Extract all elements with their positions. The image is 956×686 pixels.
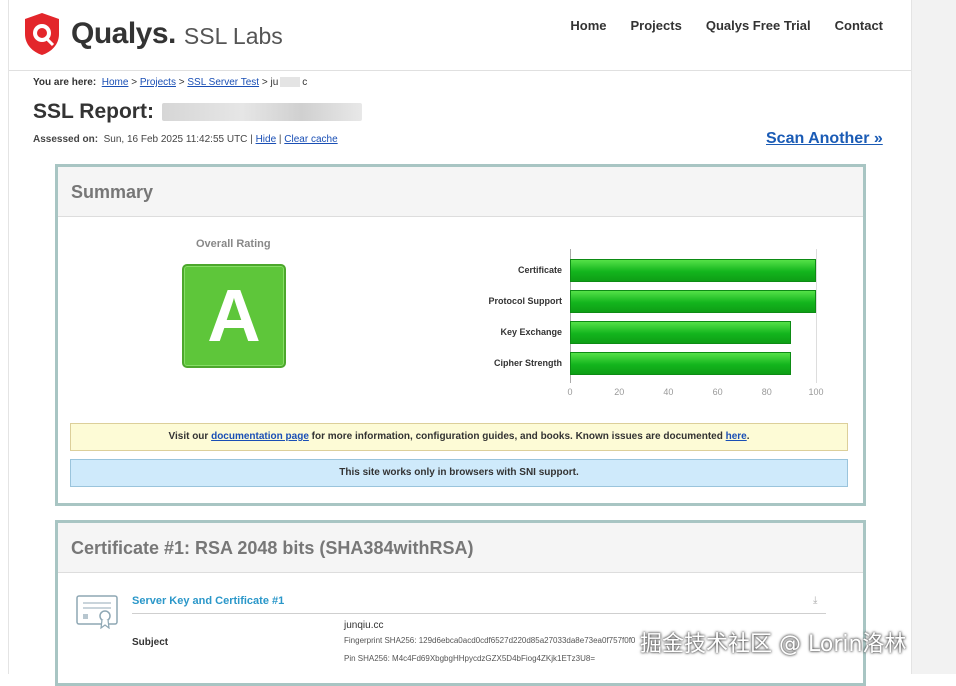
x-tick-label: 40 <box>663 387 674 397</box>
x-tick-label: 60 <box>712 387 723 397</box>
notice-text-mid: for more information, configuration guid… <box>311 431 723 442</box>
notice-text-end: . <box>746 431 750 442</box>
assessed-value: Sun, 16 Feb 2025 11:42:55 UTC <box>103 134 248 145</box>
logo-brand-text: Qualys. <box>71 17 176 50</box>
fingerprint-sha256: Fingerprint SHA256: 129d6ebca0acd0cdf652… <box>344 636 636 645</box>
chart-max-line <box>816 249 817 383</box>
summary-panel: Summary Overall Rating A Certificate Prot… <box>55 164 866 506</box>
logo-product-text: SSL Labs <box>183 22 283 49</box>
breadcrumb-home[interactable]: Home <box>102 77 129 88</box>
known-issues-link[interactable]: here <box>726 431 747 442</box>
grade-badge: A <box>182 264 286 368</box>
breadcrumb-separator: > <box>178 77 185 88</box>
redacted-hostname <box>161 103 362 121</box>
download-icon[interactable]: ⤓ <box>813 595 817 606</box>
x-tick-label: 80 <box>761 387 772 397</box>
certificate-icon <box>76 595 118 629</box>
qualys-shield-icon <box>25 13 59 55</box>
assessed-label: Assessed on: <box>33 134 99 145</box>
breadcrumb-prefix: You are here: <box>33 77 97 88</box>
watermark: 掘金技术社区 @ Lorin洛林 <box>640 632 907 657</box>
breadcrumb-current-end: c <box>302 77 308 88</box>
certificate-panel: Certificate #1: RSA 2048 bits (SHA384wit… <box>55 520 866 686</box>
x-tick-label: 100 <box>808 387 824 397</box>
nav-projects[interactable]: Projects <box>631 18 682 33</box>
page-container: Qualys. SSL Labs Home Projects Qualys Fr… <box>8 0 912 686</box>
certificate-header: Certificate #1: RSA 2048 bits (SHA384wit… <box>58 523 863 573</box>
clear-cache-link[interactable]: Clear cache <box>284 134 337 145</box>
nav-contact[interactable]: Contact <box>835 18 883 33</box>
rating-bar-chart: Certificate Protocol Support Key Exchange C… <box>418 249 824 399</box>
qualys-logo[interactable]: Qualys. SSL Labs <box>23 12 283 56</box>
bar-label: Cipher Strength <box>493 358 562 368</box>
bar-certificate <box>570 259 816 282</box>
overall-rating-label: Overall Rating <box>196 238 271 250</box>
nav-free-trial[interactable]: Qualys Free Trial <box>706 18 811 33</box>
x-tick-label: 20 <box>614 387 625 397</box>
main-nav: Home Projects Qualys Free Trial Contact <box>570 18 883 33</box>
scan-another-link[interactable]: Scan Another » <box>766 130 883 148</box>
documentation-notice: Visit our documentation page for more in… <box>70 423 848 451</box>
pin-sha256: Pin SHA256: M4c4Fd69XbgbgHHpycdzGZX5D4bF… <box>344 654 596 663</box>
nav-home[interactable]: Home <box>570 18 606 33</box>
certificate-heading: Certificate #1: RSA 2048 bits (SHA384wit… <box>71 538 474 558</box>
subject-value: junqiu.cc <box>344 620 384 631</box>
page-title: SSL Report: <box>33 100 362 124</box>
bar-protocol-support <box>570 290 816 313</box>
breadcrumb-separator: > <box>261 77 268 88</box>
page-side-background <box>910 0 956 674</box>
x-tick-label: 0 <box>567 387 573 397</box>
bar-label: Protocol Support <box>488 296 563 306</box>
report-title-text: SSL Report: <box>33 100 154 123</box>
breadcrumb-separator: > <box>131 77 138 88</box>
bar-label: Certificate <box>517 265 562 275</box>
subject-label: Subject <box>132 637 169 648</box>
summary-heading: Summary <box>71 182 154 202</box>
site-header: Qualys. SSL Labs Home Projects Qualys Fr… <box>9 0 911 71</box>
bar-cipher-strength <box>570 352 792 375</box>
breadcrumb-projects[interactable]: Projects <box>140 77 176 88</box>
breadcrumb: You are here: Home > Projects > SSL Serv… <box>33 77 307 88</box>
server-key-section-title: Server Key and Certificate #1 <box>132 595 285 607</box>
sni-notice: This site works only in browsers with SN… <box>70 459 848 487</box>
bar-label: Key Exchange <box>500 327 562 337</box>
bar-key-exchange <box>570 321 792 344</box>
assessed-on: Assessed on: Sun, 16 Feb 2025 11:42:55 U… <box>33 134 338 145</box>
notice-text-pre: Visit our <box>168 431 209 442</box>
summary-header: Summary <box>58 167 863 217</box>
breadcrumb-current-start: ju <box>270 77 279 88</box>
documentation-page-link[interactable]: documentation page <box>211 431 309 442</box>
hide-link[interactable]: Hide <box>256 134 277 145</box>
section-divider <box>132 613 826 614</box>
redacted-domain <box>280 77 301 88</box>
breadcrumb-ssl-server-test[interactable]: SSL Server Test <box>187 77 259 88</box>
